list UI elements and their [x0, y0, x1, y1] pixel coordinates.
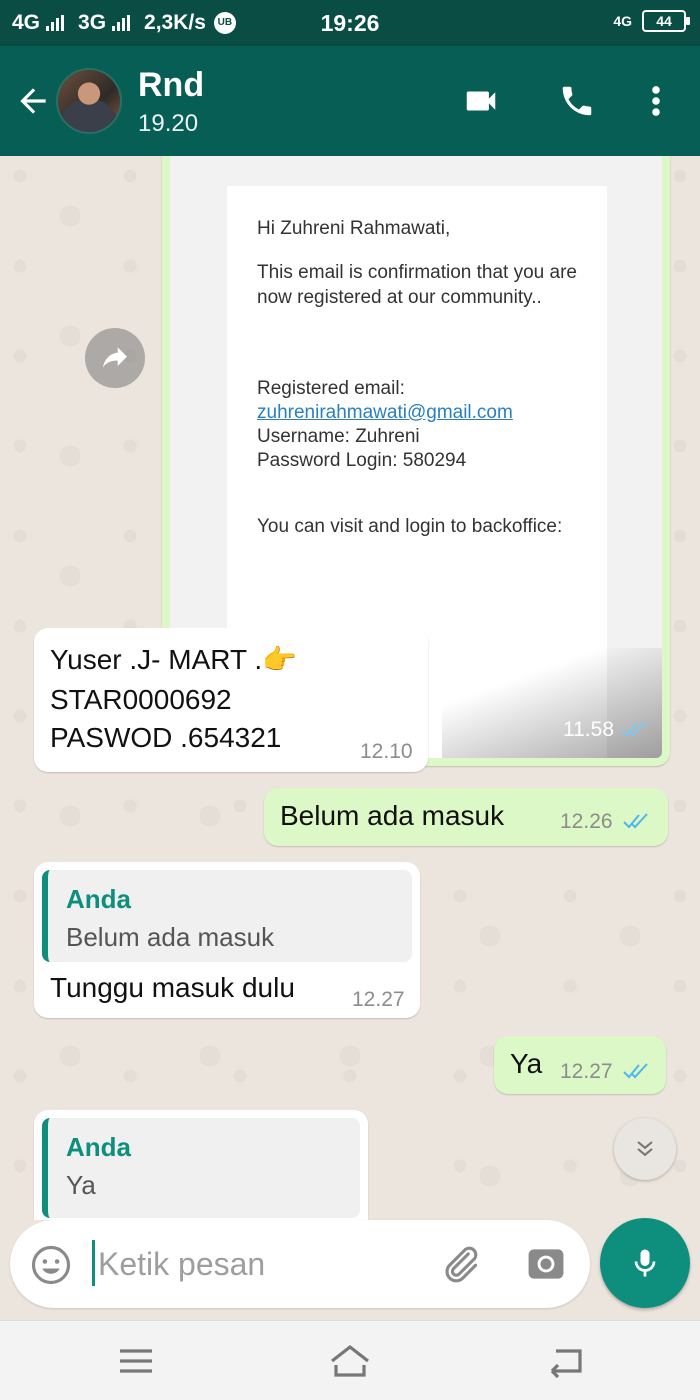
quote-author: Anda [66, 884, 131, 914]
email-address-link[interactable]: zuhrenirahmawati@gmail.com [257, 400, 587, 425]
scroll-to-bottom-button[interactable] [614, 1118, 676, 1180]
email-registered-label: Registered email: [257, 378, 405, 399]
quote-text: Ya [66, 1170, 96, 1200]
forward-icon [103, 347, 127, 368]
camera-icon[interactable] [524, 1242, 568, 1286]
double-chevron-down-icon [637, 1141, 653, 1157]
chat-header: Rnd 19.20 [0, 46, 700, 156]
outgoing-message[interactable]: Belum ada masuk 12.26 [264, 788, 668, 846]
message-text: Tunggu masuk dulu [50, 972, 295, 1003]
chat-area[interactable]: Hi Zuhreni Rahmawati, This email is conf… [0, 156, 700, 1220]
read-ticks-icon [623, 1063, 648, 1079]
message-time: 12.10 [360, 740, 413, 763]
system-nav-bar [0, 1320, 700, 1400]
message-time: 12.27 [560, 1060, 613, 1083]
email-username: Username: Zuhreni [257, 426, 420, 447]
data-indicator: 4G [613, 13, 632, 29]
image-shade [442, 648, 662, 758]
quoted-message[interactable]: Anda Ya [42, 1118, 360, 1218]
microphone-icon [634, 1249, 656, 1277]
message-line: STAR0000692 [50, 684, 232, 715]
voice-call-icon[interactable] [556, 82, 598, 120]
last-seen-label: 19.20 [138, 110, 199, 137]
message-compose-bar [10, 1220, 590, 1308]
home-icon[interactable] [326, 1341, 374, 1381]
read-ticks-icon [623, 813, 648, 829]
battery-icon: 44 [642, 10, 690, 32]
email-password: Password Login: 580294 [257, 450, 467, 471]
voice-record-button[interactable] [600, 1218, 690, 1308]
contact-name[interactable]: Rnd [138, 66, 204, 105]
attachment-icon[interactable] [438, 1242, 482, 1286]
forward-button[interactable] [85, 328, 145, 388]
back-arrow-icon[interactable] [14, 82, 52, 120]
back-nav-icon[interactable] [540, 1341, 588, 1381]
read-ticks-icon [621, 721, 646, 737]
message-text: Belum ada masuk [280, 800, 505, 831]
emoji-icon[interactable] [30, 1244, 72, 1286]
message-line: Yuser .J- MART .👉 [50, 644, 297, 675]
quoted-message[interactable]: Anda Belum ada masuk [42, 870, 412, 962]
clock: 19:26 [320, 10, 380, 36]
more-options-icon[interactable] [646, 82, 666, 120]
incoming-message[interactable]: Yuser .J- MART .👉 STAR0000692 PASWOD .65… [34, 628, 428, 772]
message-line: PASWOD .654321 [50, 722, 282, 753]
incoming-reply-message[interactable]: Anda Belum ada masuk Tunggu masuk dulu 1… [34, 862, 420, 1018]
message-time: 12.27 [352, 988, 405, 1011]
incoming-reply-message[interactable]: Anda Ya [34, 1110, 368, 1220]
outgoing-message[interactable]: Ya 12.27 [494, 1036, 666, 1094]
message-time: 11.58 [563, 718, 614, 741]
email-greeting: Hi Zuhreni Rahmawati, [257, 218, 451, 239]
menu-icon[interactable] [112, 1341, 160, 1381]
status-bar: 4G 3G 2,3K/s UB 19:26 4G 44 [0, 0, 700, 46]
message-time: 12.26 [560, 810, 613, 833]
video-call-icon[interactable] [460, 82, 502, 120]
message-text: Ya [510, 1048, 543, 1079]
email-visit-line: You can visit and login to backoffice: [257, 516, 563, 537]
quote-text: Belum ada masuk [66, 922, 275, 952]
message-input[interactable] [98, 1242, 418, 1286]
text-cursor [92, 1240, 95, 1286]
email-body: This email is confirmation that you are … [257, 262, 577, 308]
quote-author: Anda [66, 1132, 131, 1162]
contact-avatar[interactable] [56, 68, 122, 134]
